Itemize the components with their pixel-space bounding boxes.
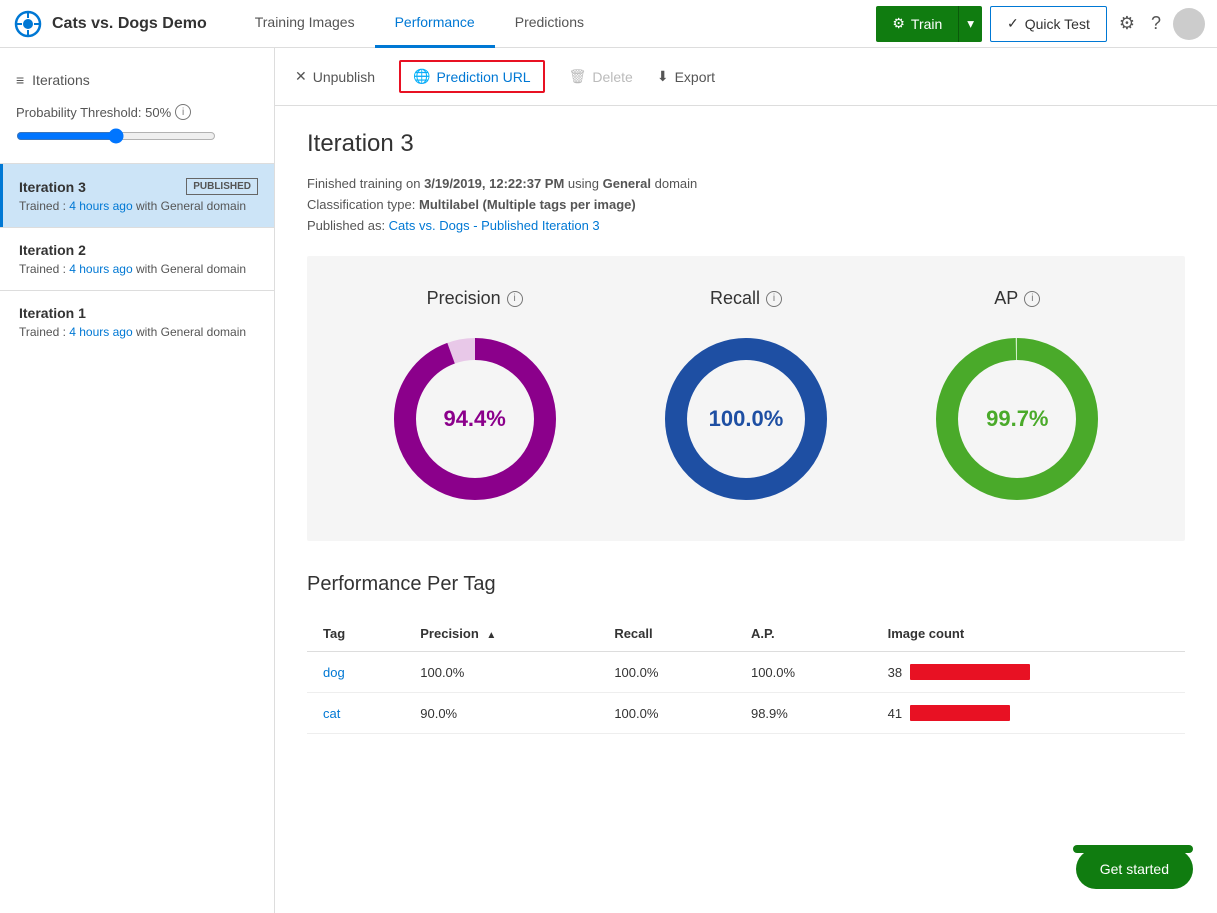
threshold-label: Probability Threshold: 50% i (16, 104, 258, 120)
threshold-section: Probability Threshold: 50% i (0, 96, 274, 163)
sort-arrow-icon: ▲ (486, 630, 496, 641)
page-title: Iteration 3 (307, 130, 1185, 158)
recall-value: 100.0% (709, 406, 784, 432)
export-button[interactable]: ⬇ Export (657, 64, 715, 89)
unpublish-button[interactable]: ✕ Unpublish (295, 64, 375, 89)
ap-info-icon[interactable]: i (1024, 291, 1040, 307)
delete-button[interactable]: 🗑 Delete (569, 64, 633, 89)
precision-circle: 94.4% (385, 329, 565, 509)
gear-icon: ⚙ (892, 15, 905, 32)
app-icon (12, 8, 44, 40)
ap-metric: AP i 99.7% (927, 288, 1107, 509)
precision-value: 94.4% (443, 406, 505, 432)
cell-precision-dog: 100.0% (404, 652, 598, 693)
cell-ap-cat: 98.9% (735, 693, 872, 734)
ap-circle: 99.7% (927, 329, 1107, 509)
col-header-precision[interactable]: Precision ▲ (404, 616, 598, 652)
sidebar: ≡ Iterations Probability Threshold: 50% … (0, 48, 275, 913)
toolbar: ✕ Unpublish 🌐 Prediction URL 🗑 Delete ⬇ … (275, 48, 1217, 106)
train-button[interactable]: ⚙ Train (876, 6, 958, 42)
perf-per-tag-title: Performance Per Tag (307, 573, 1185, 596)
precision-metric: Precision i 94.4% (385, 288, 565, 509)
content-area: ✕ Unpublish 🌐 Prediction URL 🗑 Delete ⬇ … (275, 48, 1217, 913)
nav-tabs: Training Images Performance Predictions (235, 0, 869, 48)
settings-button[interactable]: ⚙ (1115, 9, 1139, 38)
table-row: cat 90.0% 100.0% 98.9% 41 (307, 693, 1185, 734)
export-icon: ⬇ (657, 68, 669, 85)
trash-icon: 🗑 (569, 68, 587, 85)
tab-predictions[interactable]: Predictions (495, 0, 604, 48)
main-layout: ≡ Iterations Probability Threshold: 50% … (0, 48, 1217, 913)
cell-tag-cat[interactable]: cat (307, 693, 404, 734)
sidebar-item-iteration1[interactable]: Iteration 1 Trained : 4 hours ago with G… (0, 291, 274, 353)
col-header-image-count: Image count (872, 616, 1185, 652)
recall-circle: 100.0% (656, 329, 836, 509)
performance-table: Tag Precision ▲ Recall A.P. Image count … (307, 616, 1185, 734)
tab-training-images[interactable]: Training Images (235, 0, 375, 48)
cell-precision-cat: 90.0% (404, 693, 598, 734)
globe-icon: 🌐 (413, 68, 430, 85)
cell-tag-dog[interactable]: dog (307, 652, 404, 693)
help-button[interactable]: ? (1147, 9, 1165, 38)
checkmark-icon: ✓ (1007, 15, 1019, 32)
metrics-section: Precision i 94.4% Recall (307, 256, 1185, 541)
app-title: Cats vs. Dogs Demo (52, 15, 207, 33)
avatar[interactable] (1173, 8, 1205, 40)
threshold-slider[interactable] (16, 128, 216, 144)
cell-imagecount-dog: 38 (872, 652, 1185, 693)
recall-metric: Recall i 100.0% (656, 288, 836, 509)
x-icon: ✕ (295, 68, 307, 85)
cell-recall-dog: 100.0% (598, 652, 735, 693)
iterations-icon: ≡ (16, 72, 24, 88)
header-actions: ⚙ Train ▾ ✓ Quick Test ⚙ ? (876, 6, 1205, 42)
col-header-recall: Recall (598, 616, 735, 652)
cell-ap-dog: 100.0% (735, 652, 872, 693)
table-row: dog 100.0% 100.0% 100.0% 38 (307, 652, 1185, 693)
train-dropdown-button[interactable]: ▾ (958, 6, 982, 42)
cell-imagecount-cat: 41 (872, 693, 1185, 734)
prediction-url-button[interactable]: 🌐 Prediction URL (399, 60, 545, 93)
precision-info-icon[interactable]: i (507, 291, 523, 307)
tab-performance[interactable]: Performance (375, 0, 495, 48)
sidebar-item-iteration2[interactable]: Iteration 2 Trained : 4 hours ago with G… (0, 228, 274, 290)
cell-recall-cat: 100.0% (598, 693, 735, 734)
threshold-info-icon[interactable]: i (175, 104, 191, 120)
train-button-group: ⚙ Train ▾ (876, 6, 982, 42)
recall-info-icon[interactable]: i (766, 291, 782, 307)
header: Cats vs. Dogs Demo Training Images Perfo… (0, 0, 1217, 48)
get-started-button[interactable]: Get started (1076, 849, 1193, 889)
col-header-ap: A.P. (735, 616, 872, 652)
main-content: Iteration 3 Finished training on 3/19/20… (275, 106, 1217, 758)
quick-test-button[interactable]: ✓ Quick Test (990, 6, 1107, 42)
ap-value: 99.7% (986, 406, 1048, 432)
info-text: Finished training on 3/19/2019, 12:22:37… (307, 174, 1185, 236)
sidebar-item-iteration3[interactable]: Iteration 3 PUBLISHED Trained : 4 hours … (0, 164, 274, 227)
col-header-tag: Tag (307, 616, 404, 652)
iterations-section-title: ≡ Iterations (0, 64, 274, 96)
